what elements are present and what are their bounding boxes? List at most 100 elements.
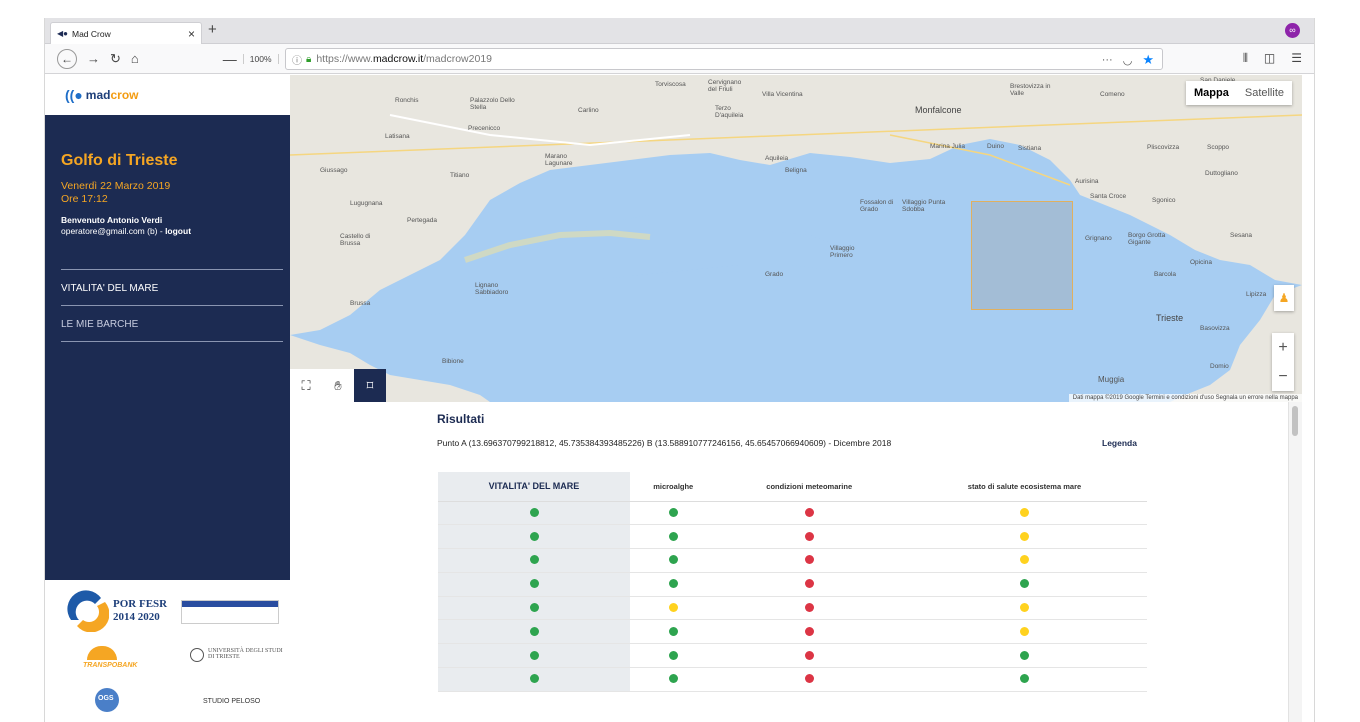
zoom-level[interactable]: 100%: [242, 53, 279, 64]
home-icon[interactable]: ⌂: [131, 50, 139, 68]
por-fesr-logo: [67, 590, 110, 633]
private-mask-icon[interactable]: ∞: [1285, 23, 1300, 38]
url-prefix: https://www.: [316, 53, 373, 65]
studio-peloso-text: STUDIO PELOSO: [203, 698, 261, 705]
map-label: Brussa: [350, 300, 371, 307]
close-tab-icon[interactable]: ×: [188, 27, 195, 41]
status-cell: [630, 667, 717, 692]
table-row: [438, 643, 1147, 669]
bookmark-star-icon[interactable]: ★: [1142, 52, 1154, 68]
reload-icon[interactable]: ↻: [110, 50, 121, 68]
pocket-icon[interactable]: ◡: [1123, 54, 1133, 67]
madcrow-logo[interactable]: ((● mad crow: [45, 75, 290, 115]
status-cell: [716, 548, 902, 573]
map-type-satellite-button[interactable]: Satellite: [1237, 81, 1292, 105]
map-label: Domio: [1210, 363, 1229, 370]
map-label: Lugugnana: [350, 200, 383, 207]
logo-text-mad: mad: [85, 88, 111, 102]
status-dot-green: [529, 507, 539, 517]
status-dot-yellow: [1019, 531, 1029, 541]
status-cell: [716, 524, 902, 550]
logout-link[interactable]: logout: [165, 226, 191, 236]
map-label: Villa Vicentina: [762, 91, 803, 98]
sidebar-item-vitalita-del-mare[interactable]: VITALITA' DEL MARE: [61, 269, 283, 305]
status-cell: [630, 548, 717, 573]
url-bar[interactable]: ⓘ 🔒︎ https://www. madcrow.it/madcrow2019 …: [285, 48, 1163, 70]
library-icon[interactable]: ⫴: [1243, 51, 1248, 66]
lock-icon[interactable]: 🔒︎: [306, 54, 311, 65]
zoom-out-button[interactable]: —: [223, 51, 237, 67]
legend-link[interactable]: Legenda: [1102, 438, 1137, 448]
crow-logo-icon: ((●: [65, 87, 83, 103]
map-label: Duino: [987, 143, 1004, 150]
table-row: [438, 501, 1147, 526]
status-cell: [901, 643, 1147, 669]
sidebar-item-le-mie-barche[interactable]: LE MIE BARCHE: [61, 305, 283, 341]
map-type-map-button[interactable]: Mappa: [1186, 81, 1237, 105]
map-label: Titiano: [450, 172, 470, 179]
column-header: stato di salute ecosistema mare: [901, 472, 1147, 502]
status-cell: [438, 596, 630, 621]
map-label: Basovizza: [1200, 325, 1230, 332]
university-seal-icon: [190, 648, 204, 662]
scrollbar-thumb[interactable]: [1292, 406, 1298, 436]
pan-hand-icon[interactable]: ✋︎: [322, 369, 354, 402]
map-label: Cervignano del Friuli: [708, 79, 742, 93]
map-label: Borgo Grotta Gigante: [1128, 232, 1166, 246]
selection-rectangle[interactable]: [971, 201, 1073, 310]
table-row: [438, 524, 1147, 550]
status-dot-green: [529, 674, 539, 684]
status-cell: [716, 667, 902, 692]
vertical-scrollbar[interactable]: [1288, 402, 1302, 722]
status-dot-red: [804, 674, 814, 684]
map-label: Barcola: [1154, 271, 1177, 278]
map-label: Pertegada: [407, 217, 437, 224]
status-dot-green: [668, 507, 678, 517]
column-header: microalghe: [630, 472, 717, 502]
status-dot-green: [668, 674, 678, 684]
map-attribution[interactable]: Dati mappa ©2019 Google Termini e condiz…: [1068, 394, 1302, 402]
fullscreen-icon[interactable]: ⛶: [290, 369, 322, 402]
forward-arrow-icon[interactable]: →: [87, 50, 100, 68]
map-zoom-control: + −: [1272, 333, 1294, 391]
status-dot-green: [529, 579, 539, 589]
map-label: Aurisina: [1075, 178, 1099, 185]
map-label: Grado: [765, 271, 784, 278]
status-cell: [438, 572, 630, 597]
map-label: Ronchis: [395, 97, 419, 104]
status-cell: [630, 643, 717, 669]
status-cell: [901, 596, 1147, 621]
map-label: Beligna: [785, 167, 807, 174]
map-label: Pliscovizza: [1147, 144, 1180, 151]
map-view[interactable]: Monfalcone Grado Lignano Sabbiadoro Trie…: [290, 75, 1302, 402]
sidebar-toggle-icon[interactable]: ◫: [1264, 51, 1275, 66]
status-cell: [901, 501, 1147, 526]
hamburger-menu-icon[interactable]: ☰: [1291, 51, 1302, 66]
status-cell: [630, 524, 717, 550]
map-type-control: Mappa Satellite: [1186, 81, 1292, 105]
status-cell: [438, 619, 630, 645]
map-zoom-out-button[interactable]: −: [1272, 362, 1294, 391]
transpobank-text: TRANSPOBANK: [83, 662, 138, 669]
status-cell: [438, 524, 630, 550]
info-icon[interactable]: ⓘ: [292, 52, 302, 67]
street-view-pegman-icon[interactable]: ♟: [1274, 285, 1294, 311]
status-dot-red: [804, 603, 814, 613]
browser-tab[interactable]: ◀● Mad Crow ×: [50, 22, 202, 44]
tab-strip: ◀● Mad Crow × + ∞: [45, 18, 1314, 44]
draw-rectangle-icon[interactable]: ⌑: [354, 369, 386, 402]
status-dot-green: [1019, 650, 1029, 660]
table-row: [438, 596, 1147, 621]
back-arrow-icon[interactable]: ←: [57, 48, 77, 69]
status-cell: [716, 643, 902, 669]
new-tab-button[interactable]: +: [208, 21, 217, 38]
status-cell: [901, 524, 1147, 550]
status-dot-yellow: [1019, 626, 1029, 636]
map-label: Lipizza: [1246, 291, 1267, 298]
status-dot-red: [804, 507, 814, 517]
map-zoom-in-button[interactable]: +: [1272, 333, 1294, 362]
status-dot-green: [668, 650, 678, 660]
status-cell: [901, 572, 1147, 597]
map-label: Santa Croce: [1090, 193, 1127, 200]
page-actions-button[interactable]: ···: [1102, 54, 1113, 66]
